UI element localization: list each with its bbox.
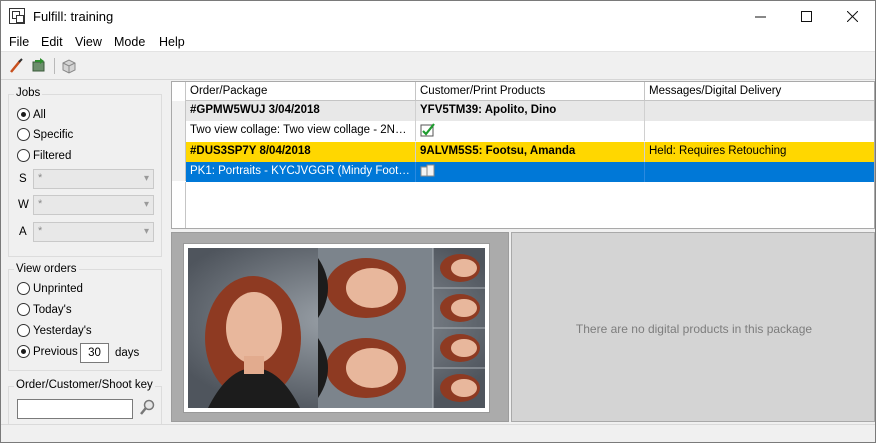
- print-preview-panel: [171, 232, 509, 422]
- col-customer-products[interactable]: Customer/Print Products: [416, 82, 645, 101]
- refresh-icon: [32, 58, 45, 72]
- brush-icon: [10, 58, 23, 73]
- row-indicator-column: [172, 101, 186, 181]
- digital-products-panel: There are no digital products in this pa…: [511, 232, 875, 422]
- table-row[interactable]: Two view collage: Two view collage - 2NJ…: [186, 121, 874, 141]
- minimize-button[interactable]: [737, 1, 783, 32]
- row-indicator-empty: [172, 182, 186, 228]
- filter-w-label: W: [18, 199, 29, 211]
- table-row[interactable]: #GPMW5WUJ 3/04/2018 YFV5TM39: Apolito, D…: [186, 101, 874, 121]
- orders-grid: Order/Package Customer/Print Products Me…: [171, 81, 875, 229]
- search-icon: [140, 399, 155, 415]
- filter-w-select[interactable]: * ▾: [33, 195, 154, 215]
- radio-icon: [17, 149, 30, 162]
- chevron-down-icon: ▾: [143, 199, 149, 210]
- jobs-specific-radio[interactable]: Specific: [17, 128, 73, 141]
- menu-help[interactable]: Help: [159, 35, 185, 49]
- search-label: Order/Customer/Shoot key: [14, 379, 155, 391]
- cube-button[interactable]: [60, 57, 80, 75]
- table-row[interactable]: PK1: Portraits - KYCJVGGR (Mindy Footsu,…: [186, 162, 874, 182]
- search-input[interactable]: [17, 399, 133, 419]
- radio-icon: [17, 324, 30, 337]
- jobs-all-radio[interactable]: All: [17, 108, 46, 121]
- filter-panel: Jobs All Specific Filtered S * ▾ W * ▾ A…: [1, 81, 169, 424]
- grid-header: Order/Package Customer/Print Products Me…: [172, 82, 874, 101]
- portrait-photo: [188, 248, 485, 408]
- menu-mode[interactable]: Mode: [114, 35, 145, 49]
- no-digital-products-message: There are no digital products in this pa…: [575, 322, 813, 336]
- jobs-label: Jobs: [14, 87, 43, 99]
- search-button[interactable]: [139, 399, 155, 417]
- chevron-down-icon: ▾: [143, 173, 149, 184]
- col-messages-delivery[interactable]: Messages/Digital Delivery: [645, 82, 874, 101]
- maximize-button[interactable]: [783, 1, 829, 32]
- print-layout-card: [183, 243, 490, 413]
- filter-a-label: A: [19, 226, 27, 238]
- close-button[interactable]: [829, 1, 875, 32]
- minimize-icon: [754, 16, 766, 18]
- radio-icon: [17, 282, 30, 295]
- menu-bar: File Edit View Mode Help: [1, 32, 875, 52]
- portrait-print-image: [188, 248, 485, 408]
- cube-icon: [62, 59, 76, 74]
- status-bar: [1, 424, 875, 442]
- checked-print-icon: [420, 123, 435, 137]
- jobs-filtered-radio[interactable]: Filtered: [17, 149, 71, 162]
- print-pages-icon: [420, 164, 435, 177]
- toolbar: [1, 53, 875, 80]
- days-label: days: [115, 347, 140, 359]
- col-order-package[interactable]: Order/Package: [186, 82, 416, 101]
- maximize-icon: [800, 11, 812, 22]
- previous-radio[interactable]: Previous: [17, 345, 78, 358]
- radio-icon: [17, 128, 30, 141]
- filter-s-label: S: [19, 173, 27, 185]
- menu-file[interactable]: File: [9, 35, 29, 49]
- brush-button[interactable]: [7, 57, 27, 75]
- radio-icon: [17, 303, 30, 316]
- unprinted-radio[interactable]: Unprinted: [17, 282, 83, 295]
- view-orders-label: View orders: [14, 263, 79, 275]
- refresh-button[interactable]: [30, 57, 50, 75]
- menu-edit[interactable]: Edit: [41, 35, 63, 49]
- header-corner: [172, 82, 186, 101]
- days-input[interactable]: 30: [80, 343, 109, 363]
- radio-selected-icon: [17, 108, 30, 121]
- chevron-down-icon: ▾: [143, 226, 149, 237]
- table-row[interactable]: #DUS3SP7Y 8/04/2018 9ALVM5S5: Footsu, Am…: [186, 142, 874, 162]
- filter-s-select[interactable]: * ▾: [33, 169, 154, 189]
- app-window: Fulfill: training File Edit View Mode He…: [0, 0, 876, 443]
- menu-view[interactable]: View: [75, 35, 102, 49]
- radio-selected-icon: [17, 345, 30, 358]
- close-icon: [846, 11, 858, 22]
- yesterdays-radio[interactable]: Yesterday's: [17, 324, 92, 337]
- window-title: Fulfill: training: [33, 9, 114, 24]
- app-icon: [9, 8, 25, 24]
- filter-a-select[interactable]: * ▾: [33, 222, 154, 242]
- toolbar-separator: [54, 58, 55, 74]
- todays-radio[interactable]: Today's: [17, 303, 72, 316]
- title-bar: Fulfill: training: [1, 1, 875, 32]
